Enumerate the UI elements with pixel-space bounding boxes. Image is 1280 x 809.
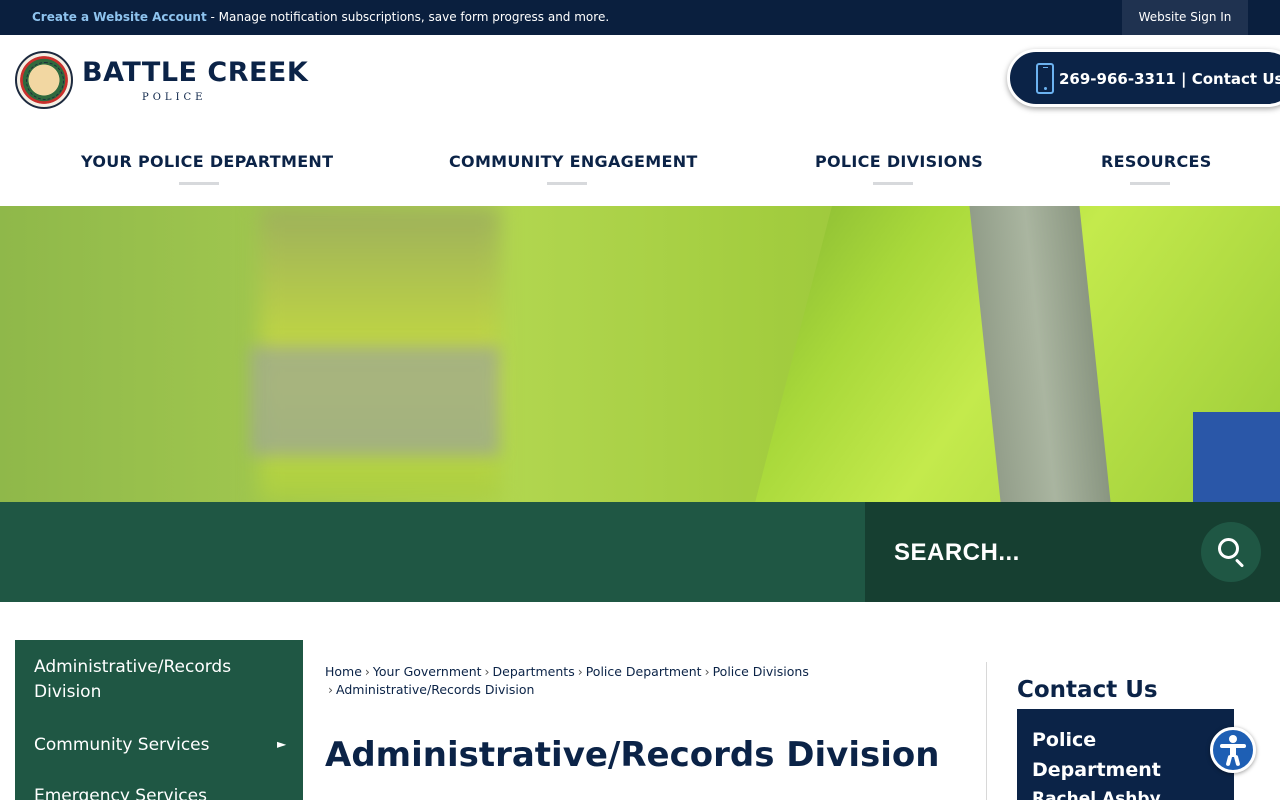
brand-title[interactable]: BATTLE CREEK xyxy=(82,57,308,88)
create-account-description: - Manage notification subscriptions, sav… xyxy=(206,10,610,24)
nav-label: RESOURCES xyxy=(1101,152,1212,171)
nav-police-divisions[interactable]: POLICE DIVISIONS xyxy=(815,152,983,185)
contact-card: Police Department Rachel Ashby xyxy=(1017,709,1234,800)
nav-your-police-department[interactable]: YOUR POLICE DEPARTMENT xyxy=(81,152,333,185)
nav-resources[interactable]: RESOURCES xyxy=(1101,152,1211,185)
nav-underline xyxy=(546,182,587,185)
hero-vest-fold xyxy=(755,206,1280,502)
search-icon-handle xyxy=(1234,558,1245,568)
breadcrumb-current: Administrative/Records Division xyxy=(336,682,535,697)
website-sign-in-button[interactable]: Website Sign In xyxy=(1122,0,1248,35)
breadcrumb-police-department[interactable]: Police Department xyxy=(586,664,702,679)
breadcrumb-home[interactable]: Home xyxy=(325,664,362,679)
breadcrumb-separator: › xyxy=(364,664,370,679)
contact-us-label: 269-966-3311 | Contact Us xyxy=(1059,70,1280,88)
nav-underline xyxy=(179,182,219,185)
contact-heading: Contact Us xyxy=(1017,677,1158,703)
hero-vest-patch xyxy=(1193,412,1280,502)
breadcrumb-separator: › xyxy=(484,664,490,679)
city-seal-logo[interactable] xyxy=(15,51,73,109)
brand-subtitle: POLICE xyxy=(142,92,207,103)
phone-icon xyxy=(1036,63,1054,94)
page-title: Administrative/Records Division xyxy=(325,735,940,775)
breadcrumb-separator: › xyxy=(577,664,583,679)
nav-community-engagement[interactable]: COMMUNITY ENGAGEMENT xyxy=(449,152,697,185)
search-button[interactable] xyxy=(1201,522,1261,582)
nav-underline xyxy=(872,182,913,185)
nav-label: YOUR POLICE DEPARTMENT xyxy=(81,152,334,171)
contact-name: Rachel Ashby xyxy=(1032,789,1161,800)
breadcrumb: Home › Your Government › Departments › Police … xyxy=(325,663,885,699)
search-input[interactable] xyxy=(894,534,1184,572)
accessibility-button[interactable] xyxy=(1210,727,1256,773)
sidebar-item-emergency-services[interactable]: Emergency Services xyxy=(34,784,207,809)
column-divider xyxy=(986,662,987,800)
site-header: BATTLE CREEK POLICE 269-966-3311 | Conta… xyxy=(0,35,1280,206)
breadcrumb-separator: › xyxy=(704,664,710,679)
account-message: Create a Website Account - Manage notifi… xyxy=(32,10,609,24)
breadcrumb-departments[interactable]: Departments xyxy=(493,664,575,679)
sidebar-item-community-services[interactable]: Community Services xyxy=(34,733,209,758)
chevron-right-icon[interactable]: ► xyxy=(277,737,286,751)
account-bar: Create a Website Account - Manage notifi… xyxy=(0,0,1280,35)
nav-underline xyxy=(1130,182,1170,185)
breadcrumb-police-divisions[interactable]: Police Divisions xyxy=(713,664,809,679)
create-account-link[interactable]: Create a Website Account xyxy=(32,10,207,24)
breadcrumb-your-government[interactable]: Your Government xyxy=(373,664,482,679)
nav-label: COMMUNITY ENGAGEMENT xyxy=(449,152,698,171)
hero-reflective-strip xyxy=(250,346,500,456)
breadcrumb-separator: › xyxy=(328,682,333,697)
sidebar-item-administrative-records[interactable]: Administrative/Records Division xyxy=(34,655,264,705)
contact-us-button[interactable]: 269-966-3311 | Contact Us xyxy=(1007,49,1280,107)
hero-banner-image xyxy=(0,206,1280,502)
search-icon xyxy=(1218,538,1239,559)
contact-department: Police Department xyxy=(1032,729,1161,781)
nav-label: POLICE DIVISIONS xyxy=(815,152,984,171)
